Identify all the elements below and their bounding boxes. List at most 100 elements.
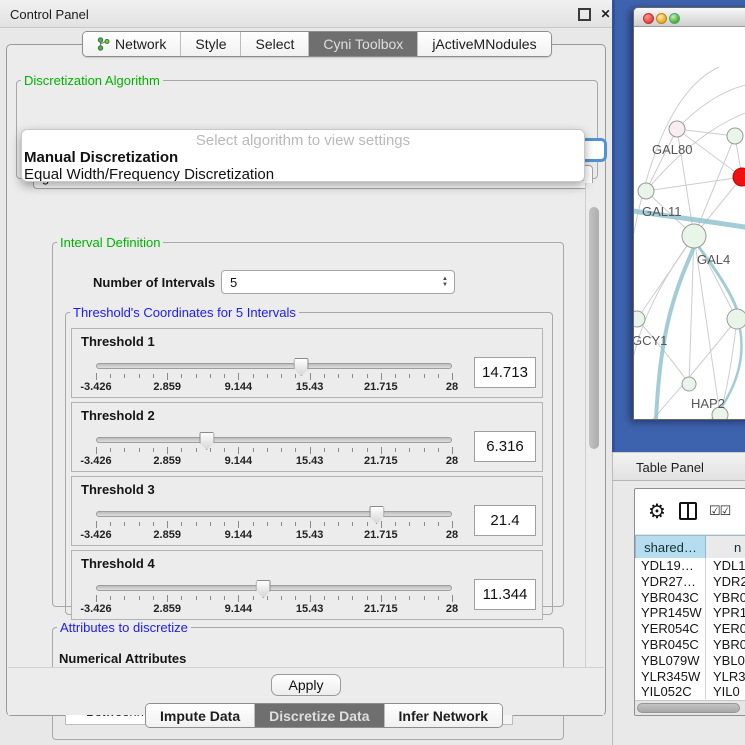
threshold-2-slider[interactable] — [96, 437, 452, 443]
tick-label: 15.43 — [296, 529, 324, 541]
algorithm-option-manual[interactable]: Manual Discretization — [22, 149, 584, 166]
cell-shared-name[interactable]: YPR145W — [635, 605, 706, 621]
cell-name[interactable]: YDL1 — [706, 558, 745, 574]
table-row[interactable]: YLR345WYLR3 — [635, 669, 745, 685]
node-gal80[interactable] — [669, 121, 685, 137]
table-row[interactable]: YIL052CYIL0 — [635, 684, 745, 699]
tab-cyni-toolbox[interactable]: Cyni Toolbox — [309, 32, 418, 56]
panel-scrollbar[interactable] — [585, 183, 601, 667]
minimize-traffic-light-icon[interactable] — [656, 13, 667, 24]
right-area: GAL80 GA C GAL11 GAL4 GCY1 H HAP2 Table … — [612, 0, 745, 745]
zoom-traffic-light-icon[interactable] — [669, 13, 680, 24]
node-h[interactable] — [727, 309, 745, 329]
table-row[interactable]: YBR043CYBR0 — [635, 590, 745, 606]
cell-name[interactable]: YER0 — [706, 621, 745, 637]
cell-name[interactable]: YLR3 — [706, 669, 745, 685]
panel-title: Control Panel — [10, 7, 89, 22]
threshold-3-value-field[interactable]: 21.4 — [474, 505, 536, 536]
threshold-4-value-field[interactable]: 11.344 — [474, 579, 536, 610]
cell-shared-name[interactable]: YDL19… — [635, 558, 706, 574]
threshold-2-value-field[interactable]: 6.316 — [474, 431, 536, 462]
cell-name[interactable]: YBR0 — [706, 590, 745, 606]
select-columns-icon[interactable]: ☑☑ — [709, 503, 730, 519]
tab-select[interactable]: Select — [241, 32, 309, 56]
cell-shared-name[interactable]: YER054C — [635, 621, 706, 637]
gear-icon[interactable]: ⚙ — [648, 499, 666, 524]
network-canvas[interactable]: GAL80 GA C GAL11 GAL4 GCY1 H HAP2 — [634, 27, 745, 420]
tick-label: 15.43 — [296, 603, 324, 615]
tab-network-label: Network — [115, 36, 166, 52]
tick-label: 9.144 — [225, 603, 253, 615]
table-row[interactable]: YDL19…YDL1 — [635, 558, 745, 574]
node-gcy1[interactable] — [634, 311, 645, 327]
cell-name[interactable]: YIL0 — [706, 684, 745, 699]
cell-shared-name[interactable]: YBL079W — [635, 653, 706, 669]
table-row[interactable]: YER054CYER0 — [635, 621, 745, 637]
number-of-intervals-value: 5 — [230, 275, 237, 290]
settings-scroll-area: Interval Definition Number of Intervals … — [16, 183, 584, 667]
tab-jactivemnodules[interactable]: jActiveMNodules — [418, 32, 550, 56]
cell-name[interactable]: YPR1 — [706, 605, 745, 621]
table-panel: Table Panel ⚙ ☑☑ shared… n YDL19…YDL1YDR… — [612, 452, 745, 745]
column-header-name[interactable]: n — [706, 536, 745, 558]
tab-impute-data[interactable]: Impute Data — [146, 704, 255, 727]
cell-shared-name[interactable]: YLR345W — [635, 669, 706, 685]
threshold-1-slider[interactable] — [96, 363, 452, 369]
tab-network[interactable]: Network — [83, 32, 181, 56]
table-row[interactable]: YBR045CYBR0 — [635, 637, 745, 653]
cyni-toolbox-panel: Discretization Algorithm Table Data galF… — [6, 44, 606, 716]
cell-name[interactable]: YBL0 — [706, 653, 745, 669]
tick-label: 9.144 — [225, 381, 253, 393]
node-ga[interactable] — [727, 128, 743, 144]
cell-name[interactable]: YBR0 — [706, 637, 745, 653]
close-traffic-light-icon[interactable] — [643, 13, 654, 24]
cell-shared-name[interactable]: YBR045C — [635, 637, 706, 653]
tab-infer-network[interactable]: Infer Network — [385, 704, 502, 727]
tab-style[interactable]: Style — [181, 32, 241, 56]
number-of-intervals-combobox[interactable]: 5 ▲▼ — [221, 270, 455, 294]
network-window-titlebar[interactable] — [634, 8, 745, 27]
control-panel-titlebar: Control Panel ✕ — [0, 0, 612, 28]
node-red[interactable] — [733, 168, 745, 186]
table-panel-header: Table Panel — [613, 452, 745, 481]
interval-definition-title: Interval Definition — [57, 235, 163, 250]
table-row[interactable]: YDR27…YDR2 — [635, 574, 745, 590]
cell-name[interactable]: YDR2 — [706, 574, 745, 590]
interval-definition-group: Interval Definition Number of Intervals … — [52, 235, 564, 607]
threshold-4-slider[interactable] — [96, 585, 452, 591]
threshold-1-value-field[interactable]: 14.713 — [474, 357, 536, 388]
node-gal4[interactable] — [682, 224, 706, 248]
node-gal11[interactable] — [638, 183, 654, 199]
table-horizontal-scrollbar[interactable] — [635, 700, 745, 715]
network-window[interactable]: GAL80 GA C GAL11 GAL4 GCY1 H HAP2 — [633, 7, 745, 420]
close-icon[interactable]: ✕ — [599, 8, 612, 21]
tick-label: 9.144 — [225, 529, 253, 541]
panel-scrollbar-thumb[interactable] — [589, 207, 599, 449]
tick-label: 28 — [446, 529, 458, 541]
discretization-algorithm-title: Discretization Algorithm — [21, 73, 163, 88]
table-panel-title: Table Panel — [613, 453, 745, 475]
threshold-3-slider[interactable] — [96, 511, 452, 517]
tick-label: 21.715 — [364, 455, 398, 467]
split-columns-icon[interactable] — [679, 502, 697, 520]
column-header-shared[interactable]: shared… — [635, 536, 706, 558]
tick-label: 28 — [446, 603, 458, 615]
apply-button[interactable]: Apply — [271, 674, 341, 696]
cell-shared-name[interactable]: YDR27… — [635, 574, 706, 590]
cell-shared-name[interactable]: YIL052C — [635, 684, 706, 699]
algorithm-option-equal-width[interactable]: Equal Width/Frequency Discretization — [22, 166, 584, 182]
table-row[interactable]: YBL079WYBL0 — [635, 653, 745, 669]
tick-label: -3.426 — [80, 603, 111, 615]
tab-discretize-data[interactable]: Discretize Data — [255, 704, 384, 727]
table-hscrollbar-thumb[interactable] — [637, 703, 740, 713]
table-row[interactable]: YPR145WYPR1 — [635, 605, 745, 621]
thresholds-group: Threshold's Coordinates for 5 Intervals … — [65, 305, 553, 615]
cell-shared-name[interactable]: YBR043C — [635, 590, 706, 606]
node-hap2[interactable] — [682, 377, 696, 391]
float-window-icon[interactable] — [578, 8, 591, 21]
tick-label: -3.426 — [80, 381, 111, 393]
top-tabbar: Network Style Select Cyni Toolbox jActiv… — [82, 31, 552, 57]
tab-cyni-toolbox-label: Cyni Toolbox — [323, 36, 403, 52]
tab-infer-network-label: Infer Network — [399, 708, 488, 724]
tick-labels: -3.4262.8599.14415.4321.71528 — [96, 381, 452, 393]
